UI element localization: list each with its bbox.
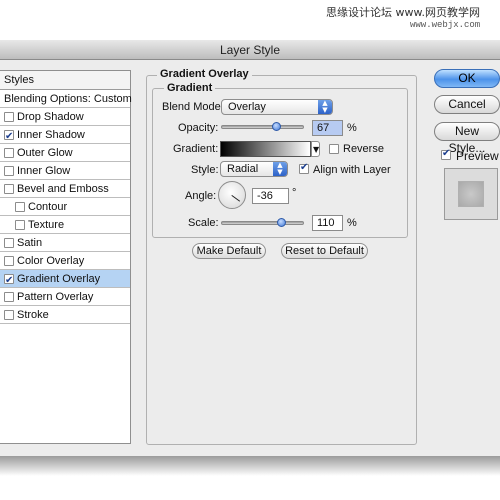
styles-list-item-label: Stroke — [17, 308, 49, 321]
style-enable-checkbox[interactable] — [4, 309, 14, 320]
window-title: Layer Style — [0, 40, 500, 60]
gradient-label: Gradient: — [173, 143, 219, 155]
styles-list-item-label: Satin — [17, 236, 43, 249]
styles-list-item[interactable]: Outer Glow — [0, 144, 130, 162]
style-enable-checkbox[interactable] — [4, 147, 14, 158]
styles-list-item[interactable]: Pattern Overlay — [0, 288, 130, 306]
angle-input[interactable]: -36 — [252, 188, 289, 204]
style-enable-checkbox[interactable] — [4, 272, 14, 290]
styles-list-item-label: Pattern Overlay — [17, 290, 94, 303]
blend-mode-select[interactable]: Overlay ▲ ▼ — [221, 99, 333, 115]
styles-list-item-label: Blending Options: Custom — [4, 92, 132, 105]
scale-label: Scale: — [188, 217, 219, 229]
style-enable-checkbox[interactable] — [4, 128, 14, 146]
angle-indicator — [231, 195, 241, 202]
reset-to-default-button[interactable]: Reset to Default — [281, 243, 368, 259]
styles-list-item-label: Outer Glow — [17, 146, 73, 159]
styles-list-item[interactable]: Bevel and Emboss — [0, 180, 130, 198]
angle-unit: ° — [292, 187, 297, 199]
reverse-label: Reverse — [343, 143, 384, 155]
styles-list-item-label: Color Overlay — [17, 254, 85, 267]
styles-list-item[interactable]: Color Overlay — [0, 252, 130, 270]
style-label: Style: — [191, 164, 219, 176]
style-value: Radial — [227, 163, 259, 175]
style-enable-checkbox[interactable] — [4, 183, 14, 194]
window-shadow — [0, 456, 500, 476]
style-preview-thumbnail — [444, 168, 498, 220]
style-enable-checkbox[interactable] — [4, 111, 14, 122]
opacity-unit: % — [347, 122, 357, 134]
angle-dial[interactable] — [218, 181, 246, 209]
watermark-url: www.webjx.com — [410, 20, 481, 30]
style-enable-checkbox[interactable] — [4, 165, 14, 176]
styles-list-item-label: Bevel and Emboss — [17, 182, 109, 195]
opacity-slider-thumb[interactable] — [271, 122, 281, 131]
styles-list-item[interactable]: Satin — [0, 234, 130, 252]
opacity-label: Opacity: — [178, 122, 219, 134]
styles-list-item[interactable]: Inner Glow — [0, 162, 130, 180]
styles-list-header: Styles — [0, 71, 130, 90]
preview-checkbox[interactable] — [441, 148, 451, 160]
opacity-slider-track[interactable] — [221, 125, 304, 129]
scale-slider-thumb[interactable] — [276, 218, 286, 227]
style-enable-checkbox[interactable] — [15, 201, 25, 212]
opacity-input[interactable]: 67 — [312, 120, 343, 136]
styles-list-item-label: Drop Shadow — [17, 110, 84, 123]
make-default-button[interactable]: Make Default — [192, 243, 266, 259]
chevron-down-icon: ▼ — [313, 145, 320, 154]
styles-list-item-label: Gradient Overlay — [17, 272, 101, 285]
cancel-button[interactable]: Cancel — [434, 95, 500, 114]
styles-list-item-label: Texture — [28, 218, 65, 231]
blend-mode-arrows-icon: ▲ ▼ — [318, 100, 332, 114]
styles-list: Styles Blending Options: Custom Drop Shad… — [0, 70, 132, 444]
blend-mode-label: Blend Mode: — [162, 101, 224, 113]
scale-unit: % — [347, 217, 357, 229]
gradient-dropdown-button[interactable]: ▼ — [311, 141, 320, 157]
style-enable-checkbox[interactable] — [4, 237, 14, 248]
scale-input[interactable]: 110 — [312, 215, 343, 231]
style-enable-checkbox[interactable] — [4, 255, 14, 266]
preview-label: Preview — [456, 149, 499, 163]
blend-mode-value: Overlay — [228, 101, 266, 113]
style-preview-swatch — [458, 181, 484, 207]
style-enable-checkbox[interactable] — [15, 219, 25, 230]
styles-list-item[interactable]: Drop Shadow — [0, 108, 130, 126]
styles-list-item[interactable]: Gradient Overlay — [0, 270, 130, 290]
style-enable-checkbox[interactable] — [4, 291, 14, 302]
new-style-button[interactable]: New Style... — [434, 122, 500, 155]
styles-list-item-label: Inner Shadow — [17, 128, 85, 141]
styles-list-item[interactable]: Inner Shadow — [0, 126, 130, 146]
gradient-swatch[interactable] — [220, 141, 311, 157]
align-with-layer-label: Align with Layer — [313, 164, 391, 176]
styles-list-item[interactable]: Stroke — [0, 306, 130, 324]
align-with-layer-checkbox[interactable] — [299, 162, 309, 174]
reverse-checkbox[interactable] — [329, 144, 339, 154]
style-select[interactable]: Radial ▲ ▼ — [220, 161, 288, 177]
angle-label: Angle: — [185, 190, 217, 202]
styles-list-item[interactable]: Blending Options: Custom — [0, 90, 132, 108]
styles-list-item-label: Inner Glow — [17, 164, 71, 177]
scale-slider-track[interactable] — [221, 221, 304, 225]
styles-list-item[interactable]: Texture — [0, 216, 130, 234]
layer-style-dialog: Styles Blending Options: Custom Drop Shad… — [0, 60, 500, 456]
styles-list-item[interactable]: Contour — [0, 198, 130, 216]
ok-button[interactable]: OK — [434, 69, 500, 88]
style-arrows-icon: ▲ ▼ — [273, 162, 287, 176]
styles-list-item-label: Contour — [28, 200, 68, 213]
gradient-overlay-title: Gradient Overlay — [157, 68, 252, 80]
gradient-subgroup-title: Gradient — [164, 82, 216, 94]
watermark-site: 思缘设计论坛 www.网页教学网 — [326, 6, 480, 19]
